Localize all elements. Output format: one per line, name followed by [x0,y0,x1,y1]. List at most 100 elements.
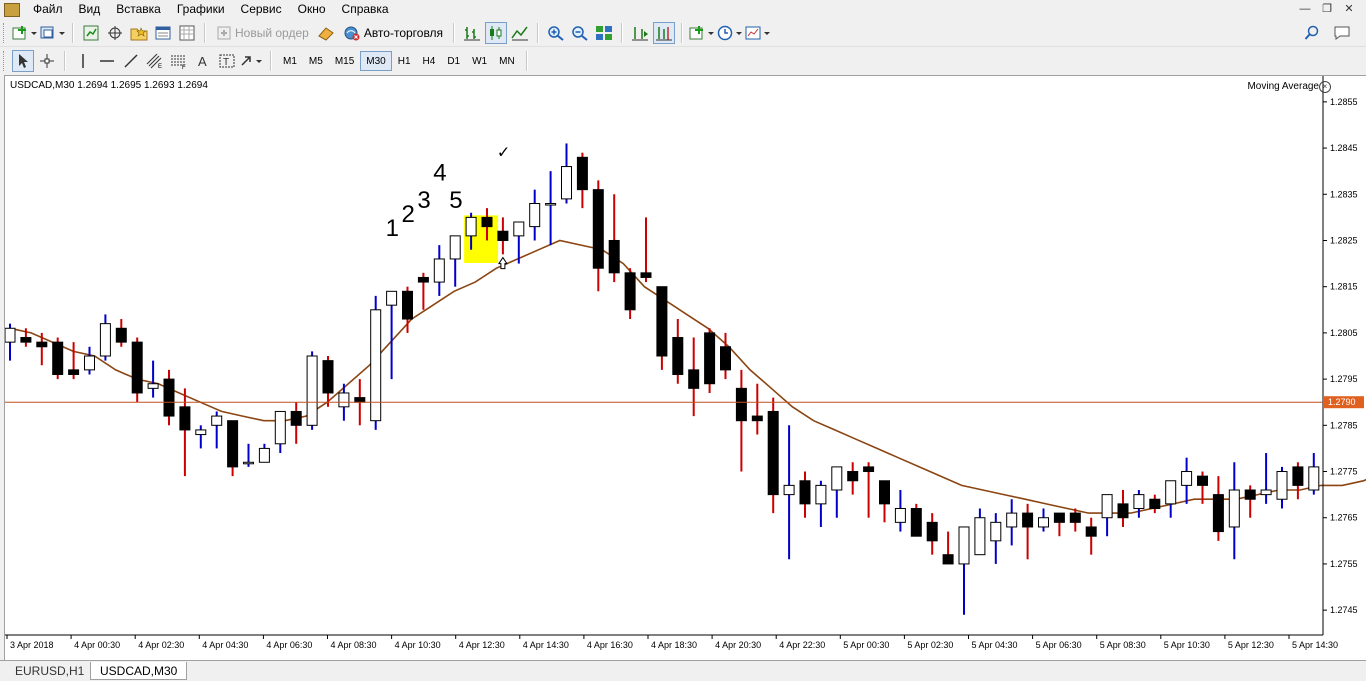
data-window-icon[interactable] [104,22,126,44]
standard-toolbar: Новый ордер Авто-торговля [0,20,1366,47]
time-tick-label: 4 Apr 14:30 [523,640,569,650]
timeframe-m1[interactable]: M1 [277,51,303,71]
toolbar-grip[interactable] [3,23,7,43]
svg-text:F: F [182,65,186,69]
annotation-label: ✓ [497,144,510,161]
candle-body [306,355,318,426]
line-chart-icon[interactable] [509,22,531,44]
time-tick-label: 4 Apr 22:30 [779,640,825,650]
text-icon[interactable]: A [192,50,214,72]
time-tick-label: 4 Apr 04:30 [202,640,248,650]
minimize-icon[interactable]: — [1294,1,1316,17]
timeframe-m30[interactable]: M30 [360,51,392,71]
vertical-line-icon[interactable] [72,50,94,72]
menu-tools[interactable]: Сервис [234,0,291,19]
tile-windows-icon[interactable] [593,22,615,44]
candle-body [417,276,429,283]
chart-window[interactable]: 1 2 3 4 5 ✓ 1.2855 1.2845 1.2835 1.2825 1.2815 1.2… [4,75,1366,660]
candle-body [688,369,700,389]
symbol-label: USDCAD,M30 1.2694 1.2695 1.2693 1.2694 [10,80,208,91]
cursor-icon[interactable] [12,50,34,72]
text-label-icon[interactable]: T [216,50,238,72]
candle-body [1149,498,1161,509]
timeframe-h4[interactable]: H4 [417,51,442,71]
price-tick-label: 1.2765 [1330,513,1358,523]
timeframe-m5[interactable]: M5 [303,51,329,71]
candle-body [52,341,64,375]
moving-average-line [9,239,1366,514]
templates-button[interactable] [745,22,771,44]
market-watch-icon[interactable] [80,22,102,44]
menu-view[interactable]: Вид [72,0,110,19]
restore-icon[interactable]: ❐ [1316,1,1338,17]
axes: 1.2855 1.2845 1.2835 1.2825 1.2815 1.2805 1.27… [5,76,1364,650]
horizontal-line-icon[interactable] [96,50,118,72]
annotation-label: 4 [433,159,446,186]
periods-button[interactable] [717,22,743,44]
new-order-label: Новый ордер [235,26,309,40]
arrows-button[interactable] [240,50,264,72]
metaeditor-icon[interactable] [315,22,337,44]
zoom-in-icon[interactable] [545,22,567,44]
candle-body [227,420,239,468]
navigator-icon[interactable] [128,22,150,44]
price-tick-label: 1.2845 [1330,143,1358,153]
candle-body [274,410,286,445]
candle-body [735,387,747,422]
separator [453,23,456,43]
terminal-icon[interactable] [152,22,174,44]
timeframe-d1[interactable]: D1 [441,51,466,71]
menu-help[interactable]: Справка [335,0,398,19]
candle-body [815,484,827,505]
candlestick-chart-icon[interactable] [485,22,508,44]
tab-usdcad[interactable]: USDCAD,M30 [90,662,188,680]
menu-insert[interactable]: Вставка [109,0,170,19]
price-chart[interactable]: 12345✓ 1.28551.28451.28351.28251.28151.2… [5,76,1366,660]
indicator-label: Moving Average [1247,81,1319,92]
equidistant-channel-icon[interactable]: E [144,50,166,72]
candle-body [847,471,859,482]
svg-text:E: E [158,64,162,69]
time-tick-label: 5 Apr 10:30 [1164,640,1210,650]
chart-tabs: EURUSD,H1 USDCAD,M30 [0,660,1366,681]
bar-chart-icon[interactable] [461,22,483,44]
profiles-button[interactable] [40,22,66,44]
close-icon[interactable]: ✕ [1338,1,1360,17]
crosshair-icon[interactable] [36,50,58,72]
candle-body [20,337,32,343]
indicators-button[interactable] [689,22,715,44]
fibonacci-icon[interactable]: F [168,50,190,72]
candle-body [211,415,223,426]
candle-body [338,392,350,408]
price-tick-label: 1.2775 [1330,467,1358,477]
menu-charts[interactable]: Графики [170,0,234,19]
timeframe-h1[interactable]: H1 [392,51,417,71]
window-controls: — ❐ ✕ [1294,1,1360,17]
chat-icon[interactable] [1331,22,1353,44]
timeframe-w1[interactable]: W1 [466,51,493,71]
chart-shift-icon[interactable] [653,22,676,44]
auto-trading-button[interactable]: Авто-торговля [339,22,447,44]
auto-scroll-icon[interactable] [629,22,651,44]
zoom-out-icon[interactable] [569,22,591,44]
candle-body [1292,466,1304,486]
new-chart-button[interactable] [12,22,38,44]
candle-body [449,235,461,260]
tab-eurusd[interactable]: EURUSD,H1 [6,662,93,680]
strategy-tester-icon[interactable] [176,22,198,44]
search-icon[interactable] [1301,22,1323,44]
candle-body [910,507,922,537]
trendline-icon[interactable] [120,50,142,72]
candle-body [1276,471,1288,500]
toolbar-grip[interactable] [3,51,7,71]
menu-file[interactable]: Файл [26,0,72,19]
close-icon[interactable]: × [1319,81,1331,93]
app-icon[interactable] [4,2,20,17]
menu-window[interactable]: Окно [291,0,335,19]
candle-body [942,554,954,565]
candle-body [370,309,382,422]
timeframe-mn[interactable]: MN [493,51,521,71]
new-order-button[interactable]: Новый ордер [212,22,313,44]
timeframe-m15[interactable]: M15 [329,51,360,71]
separator [537,23,540,43]
